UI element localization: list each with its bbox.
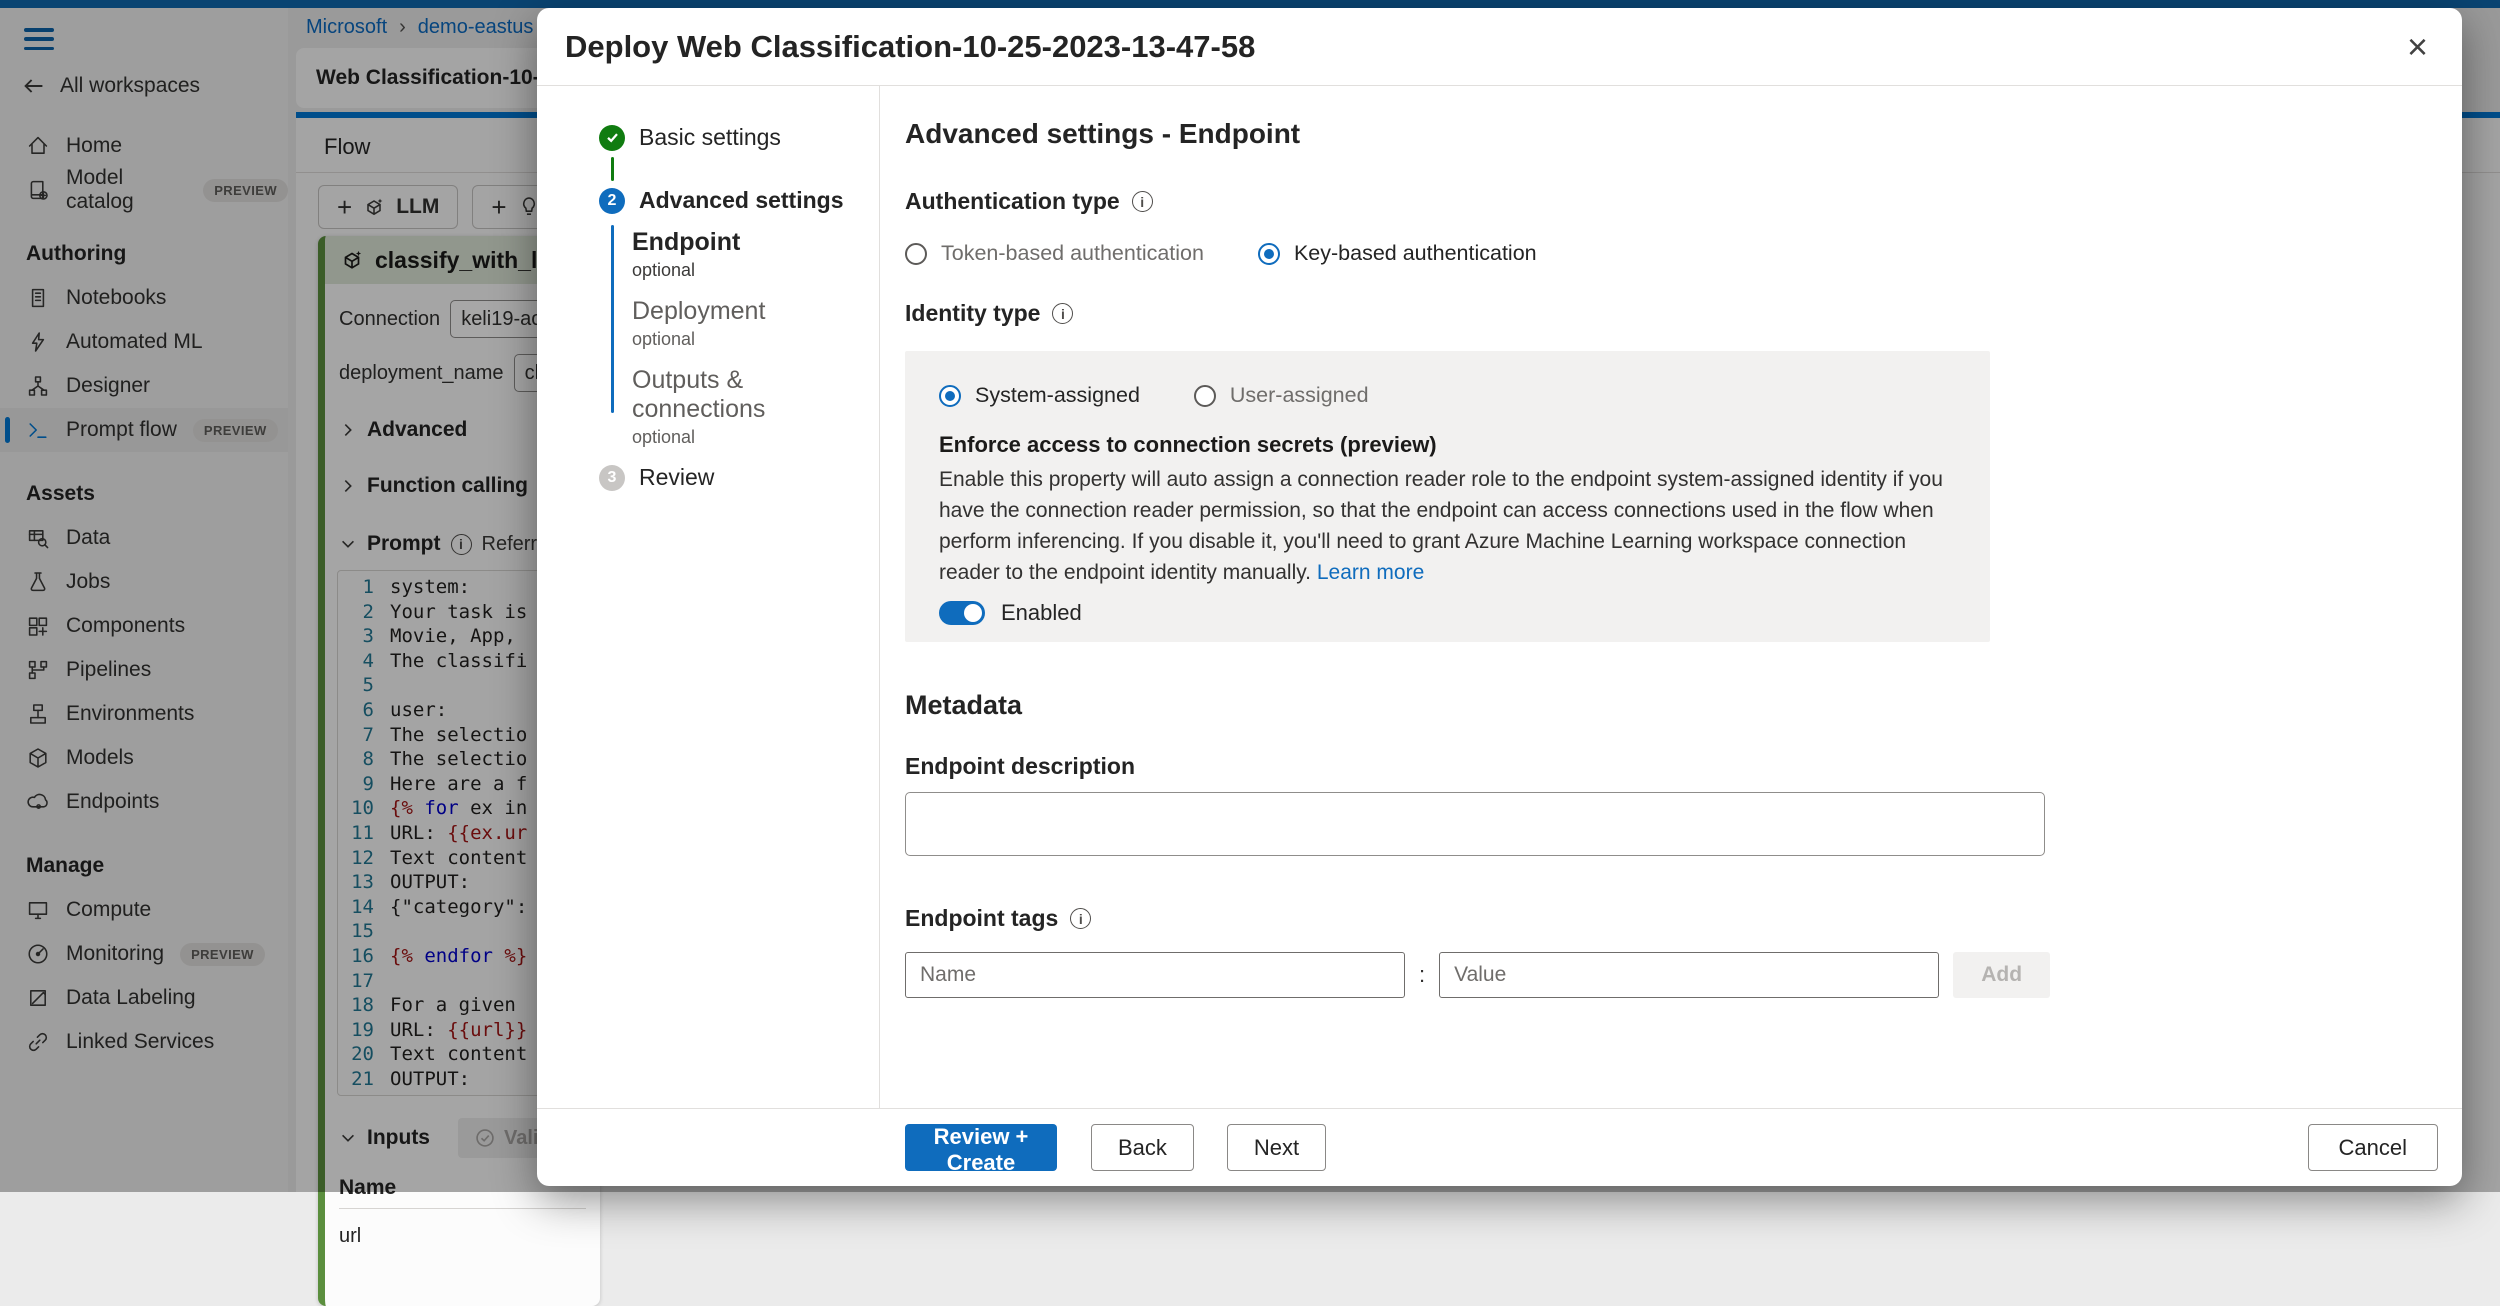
step-review[interactable]: 3 Review <box>599 464 879 491</box>
substep-label: Deployment <box>632 297 879 326</box>
enforce-toggle-row: Enabled <box>939 600 1956 626</box>
identity-options: System-assigned User-assigned <box>939 383 1956 408</box>
endpoint-description-label: Endpoint description <box>905 753 2424 780</box>
info-icon <box>1052 303 1073 324</box>
metadata-heading: Metadata <box>905 690 2424 721</box>
enforce-secrets-toggle[interactable] <box>939 601 985 625</box>
step-basic-settings[interactable]: Basic settings <box>599 124 879 151</box>
endpoint-tags-text: Endpoint tags <box>905 905 1058 932</box>
system-assigned-label: System-assigned <box>975 383 1140 408</box>
review-create-button[interactable]: Review + Create <box>905 1124 1057 1171</box>
step-advanced-settings[interactable]: 2 Advanced settings <box>599 187 879 214</box>
identity-type-label-row: Identity type <box>905 300 2424 327</box>
authentication-type-label-row: Authentication type <box>905 188 2424 215</box>
substep-endpoint[interactable]: Endpoint optional <box>632 228 879 281</box>
system-assigned-radio[interactable] <box>939 385 961 407</box>
add-tag-button[interactable]: Add <box>1953 952 2050 998</box>
token-auth-radio[interactable] <box>905 243 927 265</box>
dialog-header: Deploy Web Classification-10-25-2023-13-… <box>537 8 2462 86</box>
info-icon <box>1070 908 1091 929</box>
tag-value-input[interactable] <box>1439 952 1939 998</box>
close-icon[interactable]: × <box>2407 29 2428 65</box>
endpoint-tags-label-row: Endpoint tags <box>905 905 2424 932</box>
cancel-button[interactable]: Cancel <box>2308 1124 2438 1171</box>
info-icon <box>1132 191 1153 212</box>
enforce-secrets-text: Enable this property will auto assign a … <box>939 468 1943 584</box>
learn-more-link[interactable]: Learn more <box>1317 561 1424 584</box>
identity-type-label: Identity type <box>905 300 1040 327</box>
back-button[interactable]: Back <box>1091 1124 1194 1171</box>
next-button[interactable]: Next <box>1227 1124 1326 1171</box>
step-label: Advanced settings <box>639 187 844 214</box>
substep-label: Outputs & connections <box>632 366 879 424</box>
dialog-title: Deploy Web Classification-10-25-2023-13-… <box>565 29 1255 65</box>
substep-label: Endpoint <box>632 228 879 257</box>
substep-deployment[interactable]: Deployment optional <box>632 297 879 350</box>
inputs-row-url[interactable]: url <box>339 1225 586 1248</box>
enforce-secrets-description: Enable this property will auto assign a … <box>939 464 1954 588</box>
step-advanced-settings-block: 2 Advanced settings Endpoint optional De… <box>599 187 879 448</box>
key-auth-label: Key-based authentication <box>1294 241 1537 266</box>
wizard-steps: Basic settings 2 Advanced settings Endpo… <box>537 86 880 1108</box>
user-assigned-radio[interactable] <box>1194 385 1216 407</box>
substep-optional: optional <box>632 427 879 448</box>
enforce-secrets-title: Enforce access to connection secrets (pr… <box>939 432 1956 458</box>
step-connector <box>611 157 614 181</box>
endpoint-tags-row: : Add <box>905 952 2424 998</box>
user-assigned-label: User-assigned <box>1230 383 1369 408</box>
step-label: Review <box>639 464 714 491</box>
step-done-check-icon <box>599 125 625 151</box>
endpoint-description-text: Endpoint description <box>905 753 1135 780</box>
authentication-type-label: Authentication type <box>905 188 1120 215</box>
deploy-dialog: Deploy Web Classification-10-25-2023-13-… <box>537 8 2462 1186</box>
substep-optional: optional <box>632 329 879 350</box>
content-heading: Advanced settings - Endpoint <box>905 118 2424 150</box>
identity-settings-box: System-assigned User-assigned Enforce ac… <box>905 351 1990 642</box>
tag-separator: : <box>1419 962 1425 988</box>
step-number-badge: 2 <box>599 188 625 214</box>
substep-outputs-connections[interactable]: Outputs & connections optional <box>632 366 879 448</box>
endpoint-description-input[interactable] <box>905 792 2045 856</box>
key-auth-radio[interactable] <box>1258 243 1280 265</box>
dialog-content: Advanced settings - Endpoint Authenticat… <box>880 86 2462 1108</box>
toggle-state-label: Enabled <box>1001 600 1082 626</box>
substep-optional: optional <box>632 260 879 281</box>
authentication-type-options: Token-based authentication Key-based aut… <box>905 241 2424 266</box>
step-number-badge: 3 <box>599 465 625 491</box>
token-auth-label: Token-based authentication <box>941 241 1204 266</box>
tag-name-input[interactable] <box>905 952 1405 998</box>
step-label: Basic settings <box>639 124 781 151</box>
dialog-footer: Review + Create Back Next Cancel <box>537 1108 2462 1186</box>
substeps: Endpoint optional Deployment optional Ou… <box>632 228 879 448</box>
